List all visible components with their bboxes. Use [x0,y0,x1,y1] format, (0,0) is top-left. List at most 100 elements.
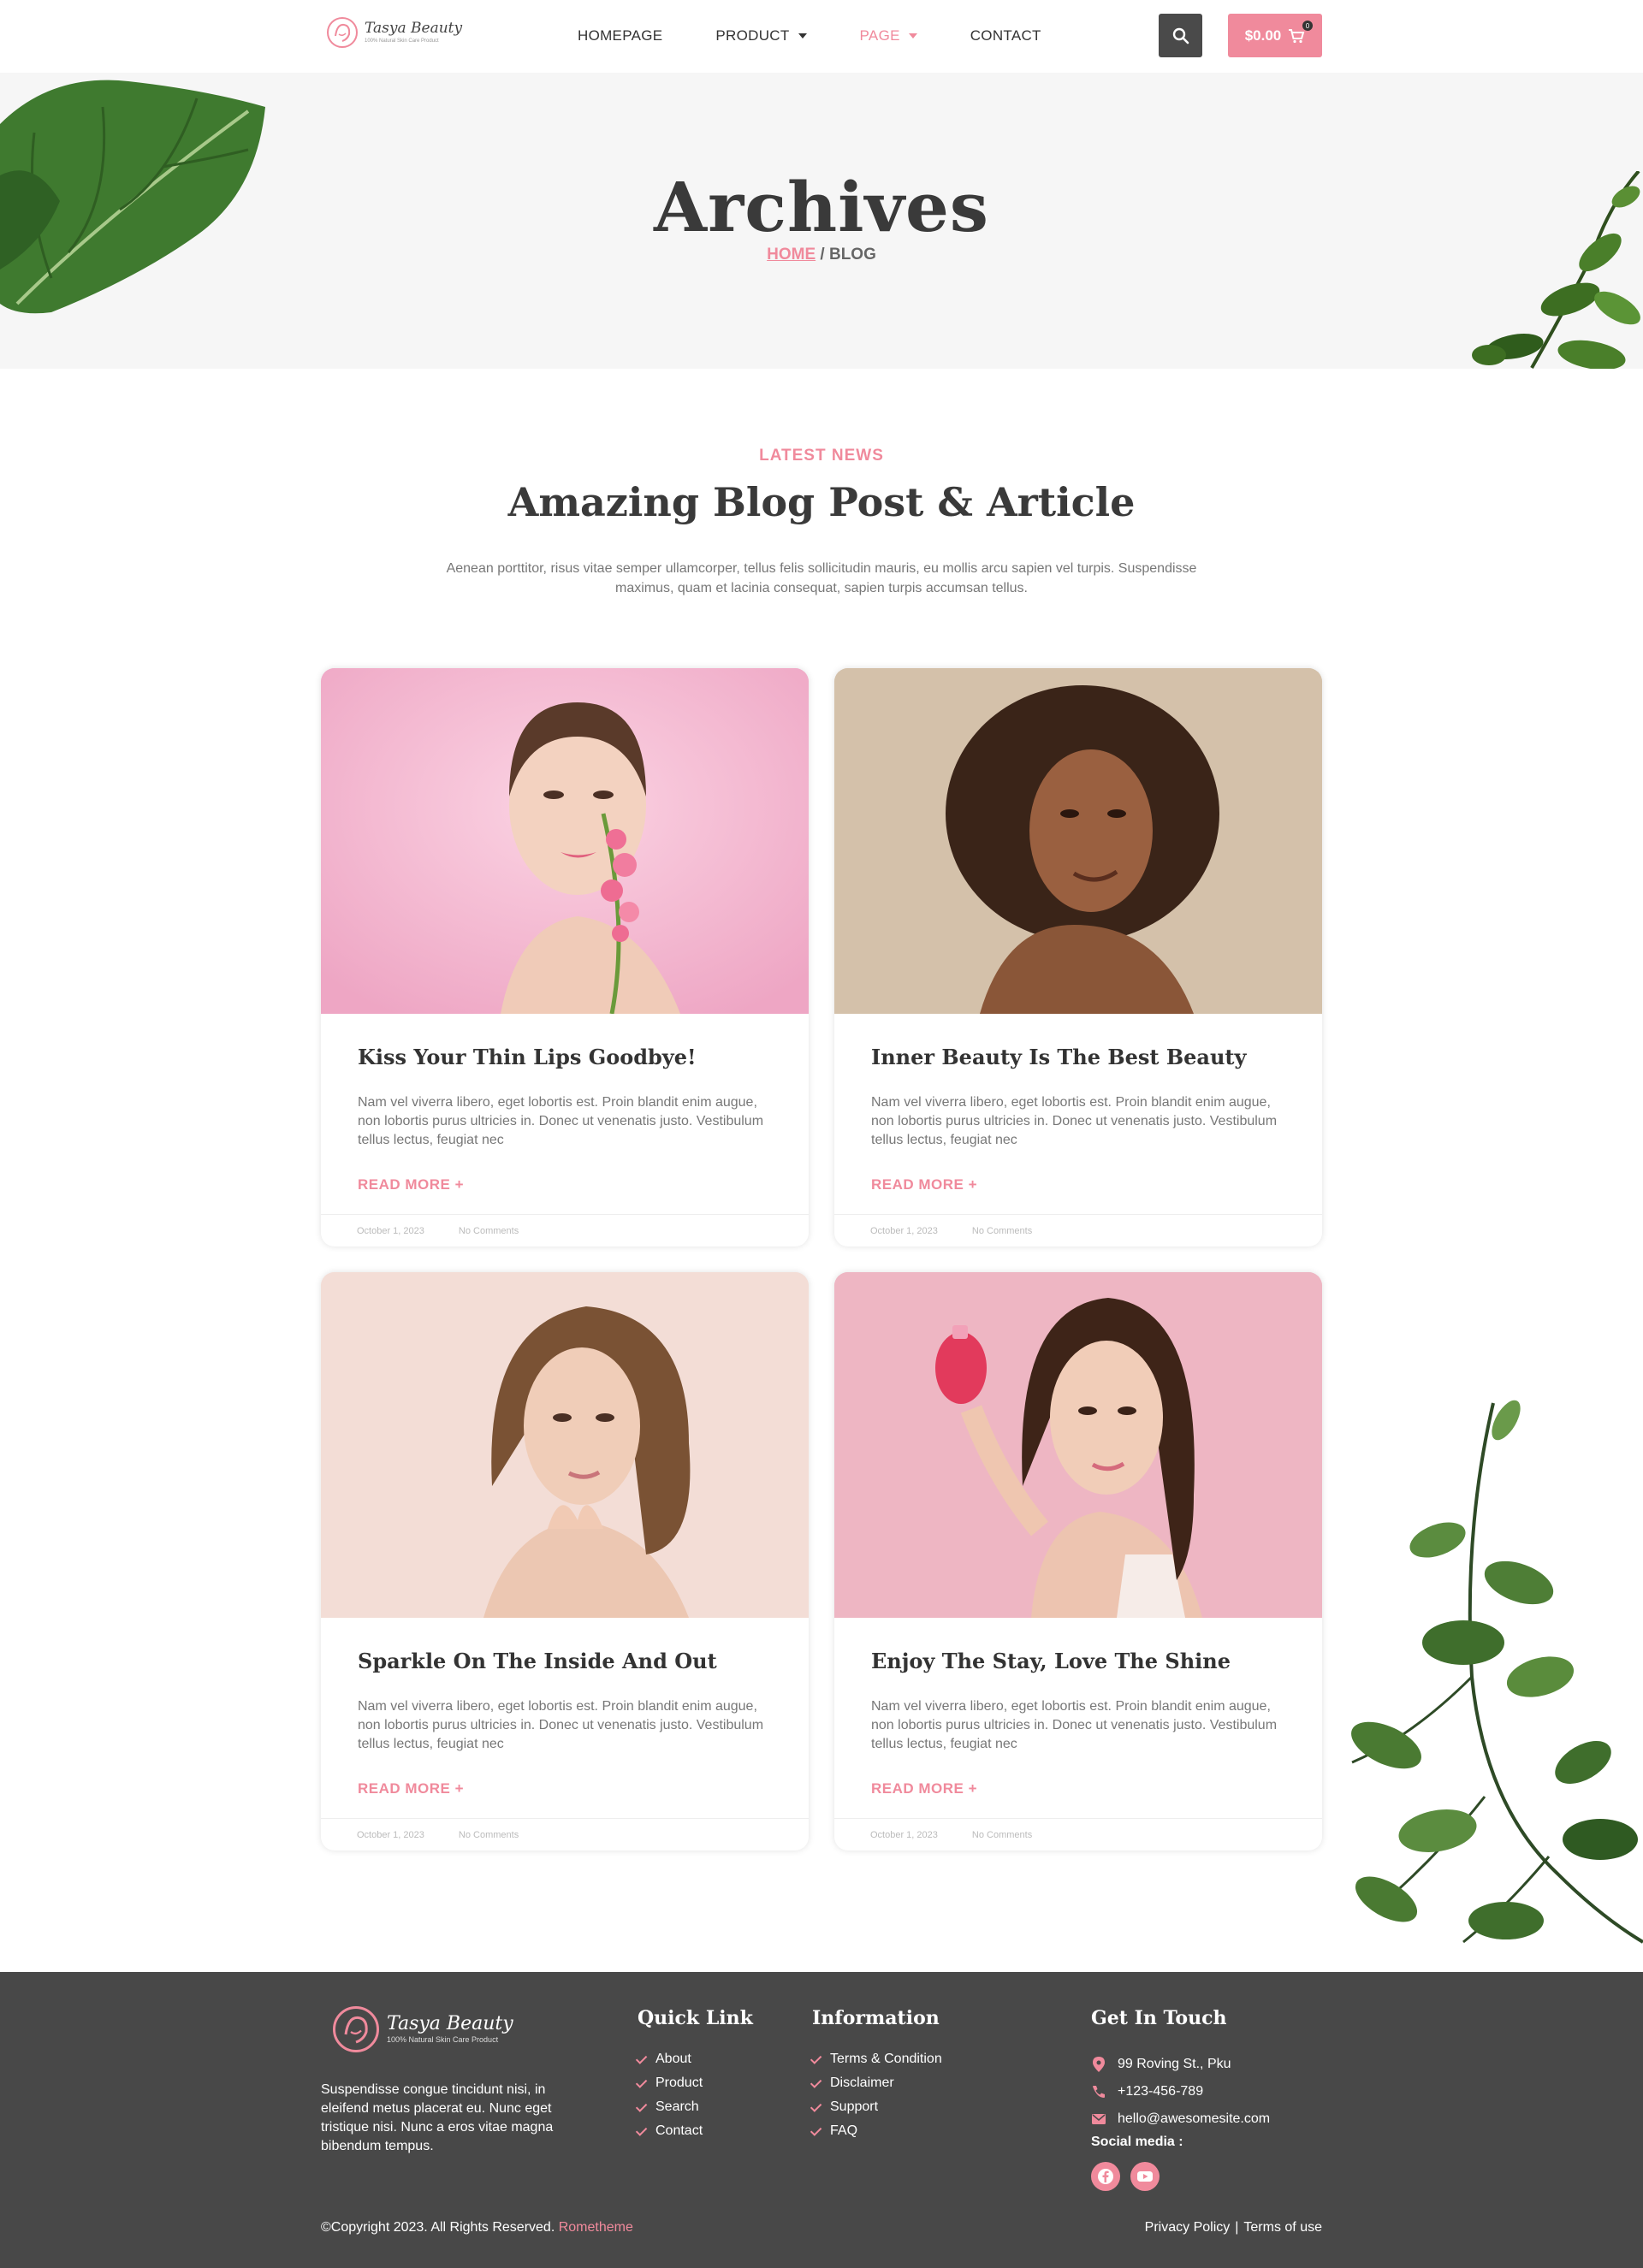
check-icon [810,2099,822,2112]
blog-card: Inner Beauty Is The Best Beauty Nam vel … [834,668,1322,1247]
cart-total: $0.00 [1244,27,1282,44]
check-icon [635,2076,648,2088]
post-image[interactable] [834,1272,1322,1618]
copyright: ©Copyright 2023. All Rights Reserved. Ro… [321,2220,633,2235]
nav-contact[interactable]: CONTACT [970,27,1041,44]
read-more-link[interactable]: READ MORE + [871,1176,977,1193]
main-nav: HOMEPAGE PRODUCT PAGE CONTACT [578,27,1094,44]
post-meta: October 1, 2023 No Comments [834,1818,1322,1851]
cart-count-badge: 0 [1302,21,1313,31]
post-comments[interactable]: No Comments [459,1226,519,1236]
post-comments[interactable]: No Comments [972,1830,1032,1840]
footer-link-disclaimer[interactable]: Disclaimer [810,2071,942,2095]
section-title: Amazing Blog Post & Article [507,479,1136,525]
post-excerpt: Nam vel viverra libero, eget lobortis es… [358,1095,764,1147]
footer-link-support[interactable]: Support [810,2095,942,2119]
contact-list: 99 Roving St., Pku +123-456-789 hello@aw… [1091,2051,1270,2133]
social-links [1091,2162,1160,2191]
logo-face-icon [333,2006,379,2052]
breadcrumb-home-link[interactable]: HOME [767,246,816,264]
post-date[interactable]: October 1, 2023 [870,1830,938,1840]
privacy-policy-link[interactable]: Privacy Policy [1145,2220,1231,2235]
envelope-icon [1091,2111,1106,2127]
logo-tagline: 100% Natural Skin Care Product [387,2035,499,2044]
nav-page[interactable]: PAGE [860,27,917,44]
portrait-image [321,1272,809,1618]
post-title[interactable]: Sparkle On The Inside And Out [358,1649,777,1673]
check-icon [635,2123,648,2136]
breadcrumb-current: BLOG [828,246,876,264]
post-title[interactable]: Enjoy The Stay, Love The Shine [871,1649,1290,1673]
logo-name: Tasya Beauty [365,20,463,37]
footer-link-contact[interactable]: Contact [635,2119,703,2143]
rometheme-link[interactable]: Rometheme [559,2220,633,2235]
phone-icon [1091,2084,1106,2099]
post-image[interactable] [834,668,1322,1014]
nav-product[interactable]: PRODUCT [715,27,807,44]
information-list: Terms & Condition Disclaimer Support FAQ [810,2047,942,2143]
quick-link-list: About Product Search Contact [635,2047,703,2143]
footer-link-search[interactable]: Search [635,2095,703,2119]
facebook-icon [1098,2169,1113,2184]
section-description: Aenean porttitor, risus vitae semper ull… [446,561,1197,595]
read-more-link[interactable]: READ MORE + [358,1176,464,1193]
eucalyptus-branch-image [1351,1400,1643,1944]
information-heading: Information [812,2007,940,2029]
portrait-image [321,668,809,1014]
read-more-link[interactable]: READ MORE + [871,1780,977,1797]
post-date[interactable]: October 1, 2023 [357,1226,424,1236]
chevron-down-icon [798,33,807,38]
footer-link-about[interactable]: About [635,2047,703,2071]
search-icon [1172,27,1189,44]
check-icon [635,2099,648,2112]
cart-button[interactable]: $0.00 0 [1228,14,1322,57]
footer-link-product[interactable]: Product [635,2071,703,2095]
post-date[interactable]: October 1, 2023 [870,1226,938,1236]
post-image[interactable] [321,1272,809,1618]
youtube-button[interactable] [1130,2162,1160,2191]
breadcrumb: HOME / BLOG [0,246,1643,264]
facebook-button[interactable] [1091,2162,1120,2191]
read-more-link[interactable]: READ MORE + [358,1780,464,1797]
portrait-image [834,1272,1322,1618]
post-title[interactable]: Kiss Your Thin Lips Goodbye! [358,1045,777,1069]
blog-card: Kiss Your Thin Lips Goodbye! Nam vel viv… [321,668,809,1247]
contact-address: 99 Roving St., Pku [1091,2051,1270,2078]
breadcrumb-separator: / [816,246,829,264]
contact-email[interactable]: hello@awesomesite.com [1091,2105,1270,2133]
site-header: Tasya Beauty 100% Natural Skin Care Prod… [0,0,1643,73]
post-comments[interactable]: No Comments [972,1226,1032,1236]
page-hero: Archives HOME / BLOG [0,73,1643,369]
terms-of-use-link[interactable]: Terms of use [1243,2220,1322,2235]
check-icon [810,2052,822,2064]
footer-link-terms[interactable]: Terms & Condition [810,2047,942,2071]
post-excerpt: Nam vel viverra libero, eget lobortis es… [358,1699,764,1751]
logo-tagline: 100% Natural Skin Care Product [365,38,439,44]
contact-phone[interactable]: +123-456-789 [1091,2078,1270,2105]
post-excerpt: Nam vel viverra libero, eget lobortis es… [871,1095,1278,1147]
social-media-label: Social media : [1091,2135,1183,2149]
post-comments[interactable]: No Comments [459,1830,519,1840]
blog-card: Sparkle On The Inside And Out Nam vel vi… [321,1272,809,1851]
blog-card: Enjoy The Stay, Love The Shine Nam vel v… [834,1272,1322,1851]
post-meta: October 1, 2023 No Comments [321,1818,809,1851]
footer-link-faq[interactable]: FAQ [810,2119,942,2143]
check-icon [810,2123,822,2136]
nav-homepage[interactable]: HOMEPAGE [578,27,662,44]
footer-logo[interactable]: Tasya Beauty 100% Natural Skin Care Prod… [330,2004,513,2055]
post-excerpt: Nam vel viverra libero, eget lobortis es… [871,1699,1278,1751]
post-date[interactable]: October 1, 2023 [357,1830,424,1840]
site-footer: Tasya Beauty 100% Natural Skin Care Prod… [0,1972,1643,2268]
site-logo[interactable]: Tasya Beauty 100% Natural Skin Care Prod… [325,15,462,50]
legal-links: Privacy Policy | Terms of use [1145,2220,1322,2235]
post-title[interactable]: Inner Beauty Is The Best Beauty [871,1045,1290,1069]
page-title: Archives [654,167,989,247]
post-image[interactable] [321,668,809,1014]
get-in-touch-heading: Get In Touch [1091,2007,1227,2029]
check-icon [810,2076,822,2088]
footer-about-text: Suspendisse congue tincidunt nisi, in el… [321,2082,554,2153]
check-icon [635,2052,648,2064]
legal-separator: | [1235,2220,1239,2235]
logo-name: Tasya Beauty [387,2013,513,2034]
search-button[interactable] [1159,14,1202,57]
